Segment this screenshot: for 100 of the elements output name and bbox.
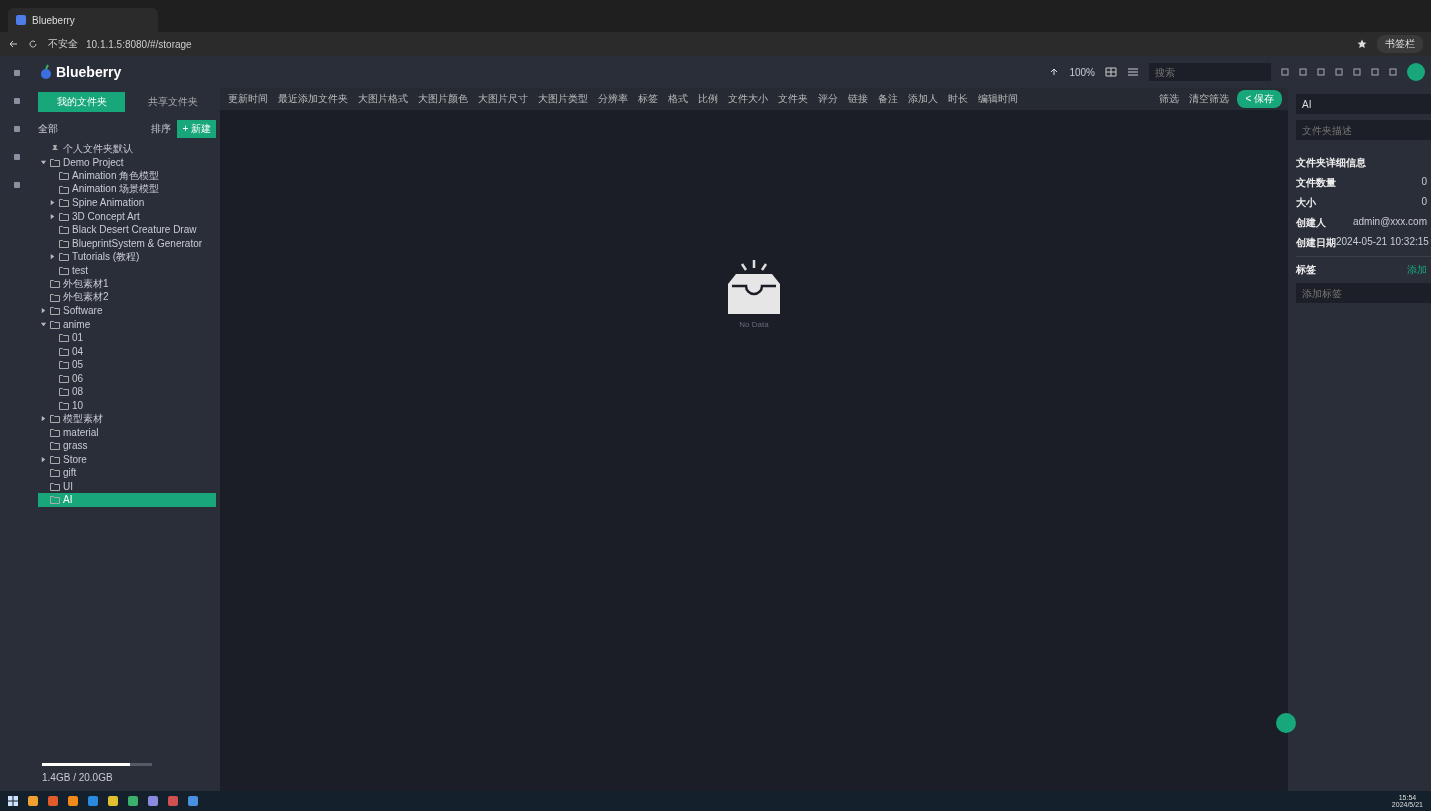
storage-reading: 1.4GB / 20.0GB [42, 772, 114, 783]
tree-item[interactable]: 外包素材1 [38, 277, 216, 291]
toolbar-icon[interactable] [1371, 68, 1379, 76]
tree-item[interactable]: test [38, 263, 216, 277]
tree-item[interactable]: Store [38, 452, 216, 466]
star-icon[interactable] [1357, 39, 1367, 49]
caret-down-icon[interactable] [40, 320, 47, 328]
reload-icon[interactable] [28, 39, 38, 49]
filter-chip[interactable]: 大图片尺寸 [476, 92, 530, 106]
toolbar-icon[interactable] [1353, 68, 1361, 76]
caret-right-icon[interactable] [40, 455, 47, 463]
filter-chip[interactable]: 文件大小 [726, 92, 770, 106]
toolbar-icon[interactable] [1389, 68, 1397, 76]
filter-chip[interactable]: 备注 [876, 92, 900, 106]
info-value: admin@xxx.com [1352, 216, 1427, 229]
search-field[interactable]: 搜索 [1149, 63, 1271, 81]
filter-chip[interactable]: 链接 [846, 92, 870, 106]
avatar-icon[interactable] [1407, 63, 1425, 81]
tree-item[interactable]: 外包素材2 [38, 290, 216, 304]
nav-icon[interactable] [12, 152, 22, 162]
caret-down-icon[interactable] [40, 158, 47, 166]
bookmark-button[interactable]: 书签栏 [1377, 35, 1423, 53]
info-label: 创建日期 [1296, 236, 1336, 250]
tree-item[interactable]: 05 [38, 358, 216, 372]
toolbar-icon[interactable] [1335, 68, 1343, 76]
favicon-icon [16, 15, 26, 25]
tree-item[interactable]: Animation 角色模型 [38, 169, 216, 183]
filter-chip[interactable]: 分辨率 [596, 92, 630, 106]
tree-item[interactable]: 3D Concept Art [38, 209, 216, 223]
filter-chip[interactable]: 标签 [636, 92, 660, 106]
filter-chip[interactable]: 编辑时间 [976, 92, 1020, 106]
toolbar-icon[interactable] [1281, 68, 1289, 76]
filter-chip[interactable]: 文件夹 [776, 92, 810, 106]
tree-item[interactable]: Software [38, 304, 216, 318]
start-icon[interactable] [8, 796, 18, 806]
filter-chip[interactable]: 大图片类型 [536, 92, 590, 106]
toolbar-icon[interactable] [1317, 68, 1325, 76]
tree-item[interactable]: 01 [38, 331, 216, 345]
tree-item[interactable]: 个人文件夹默认 [38, 142, 216, 156]
app-logo: Blueberry [56, 64, 122, 80]
filter-link[interactable]: 筛选 [1157, 92, 1182, 106]
caret-right-icon[interactable] [40, 415, 47, 423]
back-icon[interactable] [8, 39, 18, 49]
filter-chip[interactable]: 格式 [666, 92, 690, 106]
caret-right-icon[interactable] [40, 307, 47, 315]
grid-icon[interactable] [1105, 67, 1117, 77]
info-label: 大小 [1296, 196, 1316, 210]
tree-item[interactable]: Black Desert Creature Draw [38, 223, 216, 237]
tree-item[interactable]: gift [38, 466, 216, 480]
tree-item[interactable]: 04 [38, 344, 216, 358]
list-icon[interactable] [1127, 67, 1139, 77]
filter-chip[interactable]: 时长 [946, 92, 970, 106]
nav-icon[interactable] [12, 124, 22, 134]
caret-right-icon[interactable] [49, 199, 56, 207]
filter-chip[interactable]: 更新时间 [226, 92, 270, 106]
tree-item[interactable]: Animation 场景模型 [38, 182, 216, 196]
nav-icon[interactable] [12, 68, 22, 78]
add-tag-link[interactable]: 添加 [1407, 263, 1427, 277]
logo-icon [40, 64, 52, 80]
tree-item[interactable]: material [38, 425, 216, 439]
tree-item[interactable]: Spine Animation [38, 196, 216, 210]
filter-chip[interactable]: 添加人 [906, 92, 940, 106]
tree-item[interactable]: Tutorials (教程) [38, 250, 216, 264]
tree-item[interactable]: BlueprintSystem & Generator [38, 236, 216, 250]
empty-state-text: No Data [739, 320, 769, 329]
info-label: 文件数量 [1296, 176, 1336, 190]
tag-field[interactable]: 添加标签 [1296, 283, 1431, 303]
filter-chip[interactable]: 大图片格式 [356, 92, 410, 106]
tree-item[interactable]: 06 [38, 371, 216, 385]
sort-link[interactable]: 排序 [151, 122, 172, 136]
tree-item[interactable]: 模型素材 [38, 412, 216, 426]
info-label: 创建人 [1296, 216, 1326, 230]
nav-icon[interactable] [12, 96, 22, 106]
all-label: 全部 [38, 122, 58, 136]
tree-item[interactable]: UI [38, 479, 216, 493]
tree-item[interactable]: anime [38, 317, 216, 331]
info-value: 0 [1421, 196, 1427, 209]
filter-chip[interactable]: 评分 [816, 92, 840, 106]
description-field[interactable]: 文件夹描述 [1296, 120, 1431, 140]
tree-item[interactable]: Demo Project [38, 155, 216, 169]
security-label[interactable]: 不安全 [48, 37, 78, 51]
info-value: 2024-05-21 10:32:15 [1336, 236, 1429, 247]
clear-filter-link[interactable]: 清空筛选 [1187, 92, 1232, 106]
filter-chip[interactable]: 最近添加文件夹 [276, 92, 350, 106]
name-field[interactable]: AI [1296, 94, 1431, 114]
caret-right-icon[interactable] [49, 253, 56, 261]
browser-tab[interactable]: Blueberry [8, 8, 158, 32]
tree-item[interactable]: 10 [38, 398, 216, 412]
tree-item[interactable]: grass [38, 439, 216, 453]
tags-label: 标签 [1296, 263, 1316, 277]
folder-tab[interactable]: 共享文件夹 [129, 92, 216, 112]
toolbar-icon[interactable] [1299, 68, 1307, 76]
address-url[interactable]: 10.1.1.5:8080/#/storage [86, 38, 192, 50]
info-value: 0 [1421, 176, 1427, 189]
upload-icon[interactable] [1049, 67, 1060, 77]
tree-item[interactable]: 08 [38, 385, 216, 399]
filter-chip[interactable]: 比例 [696, 92, 720, 106]
caret-right-icon[interactable] [49, 212, 56, 220]
filter-chip[interactable]: 大图片颜色 [416, 92, 470, 106]
nav-icon[interactable] [12, 180, 22, 190]
